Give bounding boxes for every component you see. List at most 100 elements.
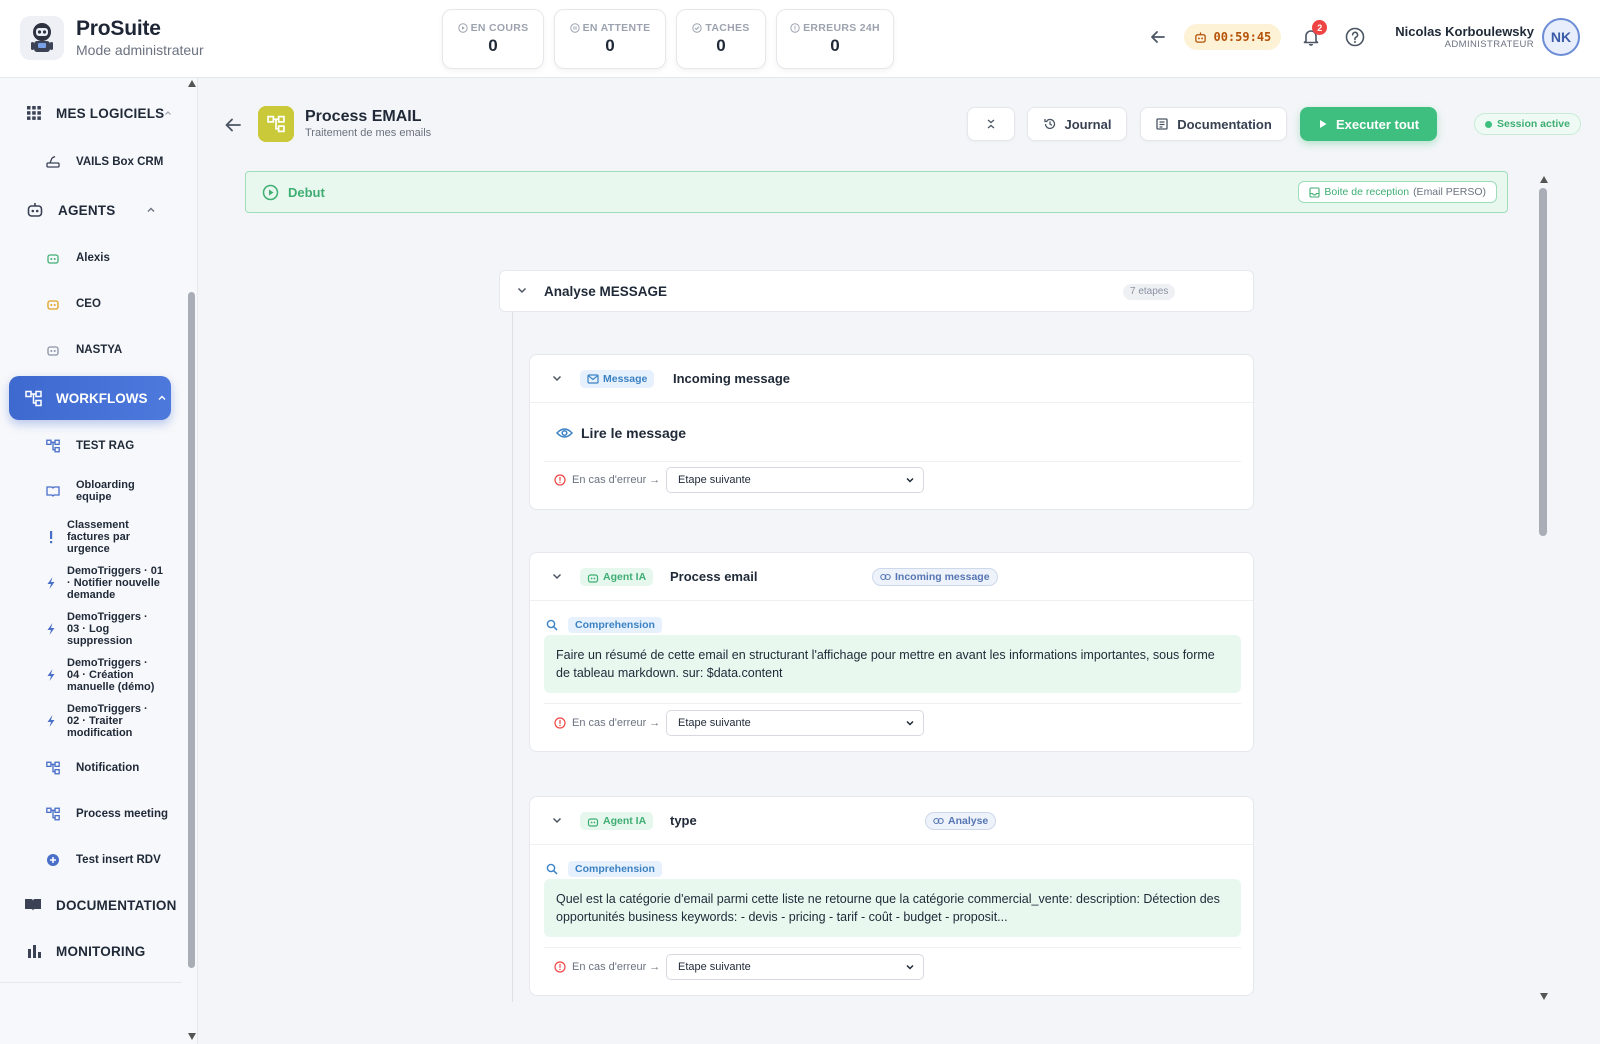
error-handling-label: En cas d'erreur → [554, 474, 660, 486]
status-dot [1485, 120, 1492, 128]
sidebar-item-vails-box-crm[interactable]: VAILS Box CRM [46, 155, 163, 169]
bolt-icon [47, 577, 55, 589]
sidebar-item-test-rag[interactable]: TEST RAG [46, 439, 134, 453]
app-subtitle: Mode administrateur [76, 42, 204, 58]
sidebar-section-workflows[interactable]: WORKFLOWS [9, 376, 171, 420]
sidebar-item-demotriggers-02[interactable]: DemoTriggers · 02 · Traiter modification [46, 703, 159, 739]
steps-count-badge: 7 etapes [1123, 284, 1176, 300]
search-icon [546, 863, 558, 875]
step-card[interactable]: Agent IA Process email Incoming message … [529, 552, 1254, 752]
mode-tag: Comprehension [568, 617, 662, 633]
main-scroll-up[interactable] [1540, 176, 1548, 183]
back-button[interactable] [222, 114, 244, 136]
arrow-left-icon [225, 118, 241, 132]
robot-icon [587, 817, 599, 827]
avatar[interactable]: NK [1542, 18, 1580, 56]
workflow-icon [46, 439, 60, 453]
back-arrow-icon[interactable] [1144, 23, 1172, 51]
sidebar-item-test-insert-rdv[interactable]: Test insert RDV [46, 853, 161, 867]
execute-all-button[interactable]: Executer tout [1300, 107, 1437, 141]
step-card[interactable]: Agent IA type Analyse Comprehension Quel… [529, 796, 1254, 996]
error-handling-label: En cas d'erreur → [554, 717, 660, 729]
mail-icon [587, 374, 599, 384]
robot-logo-icon [20, 16, 64, 60]
step-type-tag: Agent IA [580, 812, 654, 830]
app-title: ProSuite [76, 17, 161, 40]
sidebar-item-process-meeting[interactable]: Process meeting [46, 807, 168, 821]
chevron-down-icon[interactable] [551, 570, 563, 582]
brand[interactable]: ProSuite Mode administrateur [20, 16, 204, 60]
sidebar-section-monitoring[interactable]: MONITORING [26, 943, 146, 959]
sidebar-section-agents[interactable]: AGENTS [26, 201, 115, 219]
sidebar-item-alexis[interactable]: Alexis [46, 251, 110, 265]
error-action-select[interactable]: Etape suivante [666, 954, 924, 980]
sidebar-scroll-down[interactable] [188, 1033, 196, 1040]
open-book-icon [25, 899, 41, 911]
top-header: ProSuite Mode administrateur EN COURS 0 … [0, 0, 1600, 78]
robot-icon [587, 573, 599, 583]
main-scroll-down[interactable] [1540, 993, 1548, 1000]
notifications-button[interactable]: 2 [1297, 20, 1328, 51]
chevron-down-icon [906, 964, 914, 970]
sidebar-item-demotriggers-03[interactable]: DemoTriggers · 03 · Log suppression [46, 611, 157, 647]
link-icon [933, 817, 944, 825]
stat-value: 0 [716, 36, 726, 55]
help-button[interactable] [1341, 23, 1369, 51]
bar-chart-icon [28, 945, 41, 958]
step-card[interactable]: Message Incoming message Lire le message… [529, 354, 1254, 510]
documentation-button[interactable]: Documentation [1140, 107, 1287, 141]
sidebar: MES LOGICIELS VAILS Box CRM AGENTS Alexi… [0, 78, 198, 1044]
stat-value: 0 [488, 36, 498, 55]
bolt-icon [47, 623, 55, 635]
start-node[interactable]: Debut Boite de reception (Email PERSO) [245, 171, 1508, 213]
collapse-all-button[interactable] [967, 107, 1015, 141]
timeline-line [512, 312, 513, 1002]
sidebar-item-obloarding-equipe[interactable]: Obloarding equipe [46, 479, 146, 503]
divider [544, 703, 1241, 704]
step-group[interactable]: Analyse MESSAGE 7 etapes [499, 270, 1254, 312]
stat-value: 0 [605, 36, 615, 55]
robot-icon [47, 300, 59, 310]
user-role: ADMINISTRATEUR [1444, 39, 1534, 50]
sidebar-scroll-up[interactable] [188, 80, 196, 87]
prompt-text[interactable]: Quel est la catégorie d'email parmi cett… [544, 879, 1241, 937]
workflow-icon [46, 807, 60, 821]
page-title: Process EMAIL [305, 108, 422, 125]
chevron-up-icon[interactable] [146, 205, 156, 215]
chevron-down-icon [906, 720, 914, 726]
chevron-down-icon[interactable] [551, 372, 563, 384]
session-status-badge: Session active [1474, 113, 1581, 135]
error-action-select[interactable]: Etape suivante [666, 710, 924, 736]
search-icon [546, 619, 558, 631]
chevron-down-icon[interactable] [551, 814, 563, 826]
pause-circle-icon [569, 23, 580, 33]
journal-button[interactable]: Journal [1027, 107, 1127, 141]
sidebar-item-classement-factures[interactable]: Classement factures par urgence [46, 519, 147, 555]
sidebar-section-logiciels[interactable]: MES LOGICIELS [26, 105, 172, 121]
stats-bar: EN COURS 0 EN ATTENTE 0 TACHES 0 ERREURS… [442, 9, 894, 69]
user-info[interactable]: Nicolas Korboulewsky ADMINISTRATEUR [1395, 24, 1534, 50]
chevron-down-icon [906, 477, 914, 483]
main-scrollbar[interactable] [1539, 188, 1547, 536]
page-subtitle: Traitement de mes emails [305, 127, 432, 139]
sidebar-scrollbar[interactable] [188, 292, 195, 968]
prompt-text[interactable]: Faire un résumé de cette email en struct… [544, 635, 1241, 693]
error-action-select[interactable]: Etape suivante [666, 467, 924, 493]
sidebar-section-documentation[interactable]: DOCUMENTATION [24, 897, 177, 913]
sidebar-item-demotriggers-01[interactable]: DemoTriggers · 01 · Notifier nouvelle de… [46, 565, 167, 601]
sidebar-item-ceo[interactable]: CEO [46, 297, 101, 311]
divider [544, 461, 1241, 462]
input-link-chip[interactable]: Analyse [925, 812, 997, 830]
inbox-source-chip[interactable]: Boite de reception (Email PERSO) [1298, 181, 1497, 203]
sidebar-item-notification[interactable]: Notification [46, 761, 139, 775]
sidebar-item-nastya[interactable]: NASTYA [46, 343, 122, 357]
session-timer[interactable]: 00:59:45 [1184, 24, 1282, 50]
error-handling-label: En cas d'erreur → [554, 961, 660, 973]
input-link-chip[interactable]: Incoming message [872, 568, 998, 586]
sidebar-item-demotriggers-04[interactable]: DemoTriggers · 04 · Création manuelle (d… [46, 657, 159, 693]
notification-count-badge: 2 [1312, 20, 1328, 35]
step-type-tag: Agent IA [580, 568, 654, 586]
timer-value: 00:59:45 [1213, 30, 1272, 44]
chevron-down-icon[interactable] [516, 284, 528, 296]
workflow-icon [25, 390, 42, 406]
